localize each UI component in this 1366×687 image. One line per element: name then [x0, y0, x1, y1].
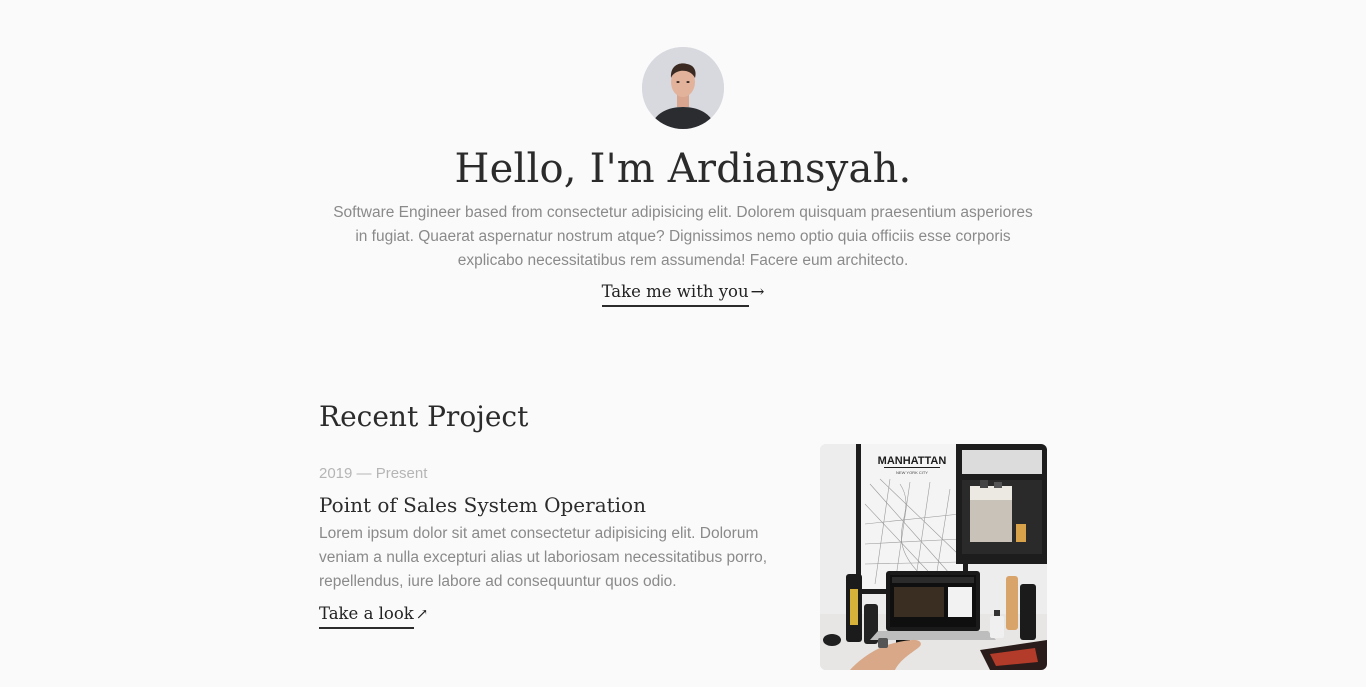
project-description: Lorem ipsum dolor sit amet consectetur a… — [319, 525, 768, 590]
take-a-look-link[interactable]: Take a look ↗ — [319, 602, 428, 629]
project-image[interactable]: MANHATTAN NEW YORK CITY — [820, 444, 1047, 670]
project-date: 2019 — Present — [319, 465, 428, 482]
project-title: Point of Sales System Operation — [319, 493, 646, 517]
arrow-up-right-icon: ↗ — [415, 605, 429, 623]
take-a-look-label: Take a look — [319, 602, 414, 629]
poster-subtitle: NEW YORK CITY — [896, 470, 928, 475]
cta-label: Take me with you — [601, 280, 749, 307]
project-card: 2019 — Present Point of Sales System Ope… — [319, 444, 1047, 670]
page: Hello, I'm Ardiansyah. Software Engineer… — [0, 0, 1366, 687]
avatar-photo — [642, 47, 724, 129]
recent-project-heading: Recent Project — [319, 400, 529, 433]
project-info: 2019 — Present Point of Sales System Ope… — [319, 463, 769, 629]
take-me-with-you-link[interactable]: Take me with you → — [601, 280, 765, 307]
page-title: Hello, I'm Ardiansyah. — [454, 146, 912, 192]
hero-section: Hello, I'm Ardiansyah. Software Engineer… — [0, 47, 1366, 307]
arrow-right-icon: → — [750, 282, 765, 301]
project-photo: MANHATTAN NEW YORK CITY — [820, 444, 1047, 670]
poster-title: MANHATTAN — [878, 455, 947, 467]
hero-description: Software Engineer based from consectetur… — [333, 204, 1033, 269]
avatar — [642, 47, 724, 129]
